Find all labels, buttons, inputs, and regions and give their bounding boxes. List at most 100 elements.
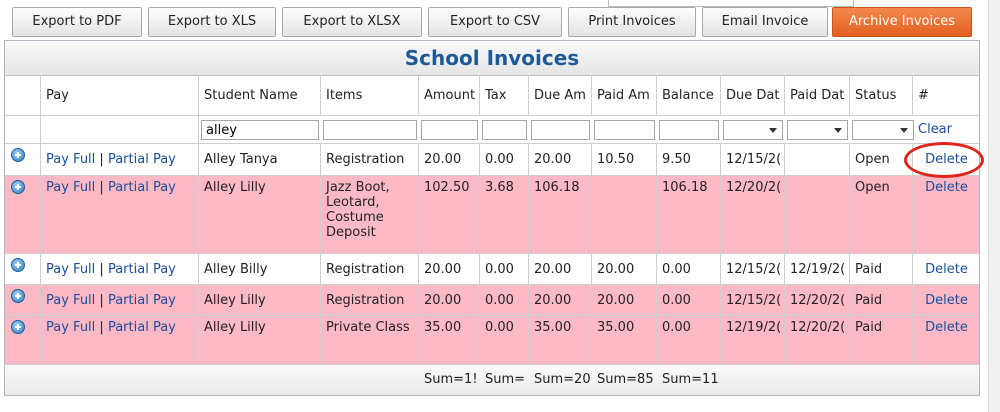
balance-cell: 0.00: [657, 316, 721, 364]
footer-due-sum: Sum=20: [534, 372, 591, 387]
separator: |: [99, 262, 104, 277]
paid-date-cell: [785, 144, 850, 175]
expand-plus-icon[interactable]: [11, 180, 25, 194]
due-amount-cell: 106.18: [529, 176, 592, 253]
tax-cell: 0.00: [480, 316, 529, 364]
expand-plus-icon[interactable]: [11, 289, 25, 303]
delete-link[interactable]: Delete: [913, 254, 979, 284]
header-items[interactable]: Items: [321, 76, 419, 115]
pay-cell: Pay Full | Partial Pay: [41, 176, 199, 253]
due-amount-cell: 35.00: [529, 316, 592, 364]
paid-amount-cell: 20.00: [592, 285, 657, 315]
tax-cell: 0.00: [480, 144, 529, 175]
delete-link[interactable]: Delete: [913, 176, 979, 253]
tax-cell: 0.00: [480, 285, 529, 315]
expand-plus-icon[interactable]: [11, 320, 25, 334]
paid-date-filter-select[interactable]: [787, 120, 848, 140]
partial-pay-link[interactable]: Partial Pay: [108, 180, 176, 195]
student-cell: Alley Tanya: [199, 144, 321, 175]
items-cell: Registration: [321, 144, 419, 175]
paid-date-cell: [785, 176, 850, 253]
items-cell: Private Class: [321, 316, 419, 364]
paid-date-cell: 12/20/2(: [785, 285, 850, 315]
pay-cell: Pay Full | Partial Pay: [41, 285, 199, 315]
status-filter-select[interactable]: [852, 120, 914, 140]
delete-link[interactable]: Delete: [913, 285, 979, 315]
header-tax[interactable]: Tax: [480, 76, 529, 115]
partial-pay-link[interactable]: Partial Pay: [108, 293, 176, 308]
expand-plus-icon[interactable]: [11, 258, 25, 272]
items-cell: Registration: [321, 254, 419, 284]
pay-cell: Pay Full | Partial Pay: [41, 254, 199, 284]
email-invoice-button[interactable]: Email Invoice: [702, 7, 828, 37]
student-filter-input[interactable]: [201, 120, 319, 140]
separator: |: [99, 293, 104, 308]
tax-cell: 3.68: [480, 176, 529, 253]
header-balance[interactable]: Balance: [657, 76, 721, 115]
due-date-cell: 12/20/2(: [721, 176, 785, 253]
status-cell: Open: [850, 176, 913, 253]
pay-full-link[interactable]: Pay Full: [46, 320, 95, 335]
archive-invoices-button[interactable]: Archive Invoices: [832, 7, 972, 37]
amount-filter-input[interactable]: [421, 120, 478, 140]
header-due-date[interactable]: Due Dat: [721, 76, 785, 115]
header-row: Pay Student Name Items Amount Tax Due Am…: [5, 76, 979, 116]
highlight-circle-annotation: [904, 142, 984, 178]
student-cell: Alley Billy: [199, 254, 321, 284]
header-status[interactable]: Status: [850, 76, 913, 115]
balance-cell: 0.00: [657, 285, 721, 315]
export-xls-button[interactable]: Export to XLS: [148, 7, 276, 37]
partial-pay-link[interactable]: Partial Pay: [108, 320, 176, 335]
pay-cell: Pay Full | Partial Pay: [41, 316, 199, 364]
export-xlsx-button[interactable]: Export to XLSX: [282, 7, 422, 37]
footer-row: Sum=1! Sum= Sum=20 Sum=85 Sum=11: [5, 365, 979, 395]
paid-amount-cell: 10.50: [592, 144, 657, 175]
separator: |: [99, 320, 104, 335]
partial-pay-link[interactable]: Partial Pay: [108, 262, 176, 277]
items-cell: Jazz Boot, Leotard, Costume Deposit: [321, 176, 419, 253]
vertical-scrollbar[interactable]: [988, 0, 1000, 412]
due-date-filter-select[interactable]: [723, 120, 783, 140]
footer-balance-sum: Sum=11: [662, 372, 719, 387]
footer-tax-sum: Sum=: [485, 372, 526, 387]
header-amount[interactable]: Amount: [419, 76, 480, 115]
due-date-cell: 12/15/2(: [721, 285, 785, 315]
due-date-cell: 12/15/2(: [721, 254, 785, 284]
header-due-amount[interactable]: Due Am: [529, 76, 592, 115]
print-invoices-button[interactable]: Print Invoices: [568, 7, 696, 37]
status-cell: Paid: [850, 254, 913, 284]
tax-filter-input[interactable]: [482, 120, 527, 140]
header-pay[interactable]: Pay: [41, 76, 199, 115]
due-amount-filter-input[interactable]: [531, 120, 590, 140]
balance-filter-input[interactable]: [659, 120, 719, 140]
filter-empty: [41, 116, 199, 143]
header-paid-date[interactable]: Paid Dat: [785, 76, 850, 115]
due-date-cell: 12/15/2(: [721, 144, 785, 175]
items-filter-input[interactable]: [323, 120, 417, 140]
table-row: Pay Full | Partial Pay Alley Tanya Regis…: [5, 144, 979, 176]
header-paid-amount[interactable]: Paid Am: [592, 76, 657, 115]
invoices-grid: School Invoices Pay Student Name Items A…: [4, 40, 980, 396]
paid-amount-filter-input[interactable]: [594, 120, 655, 140]
table-row: Pay Full | Partial Pay Alley Lilly Jazz …: [5, 176, 979, 254]
clear-filter-link[interactable]: Clear: [913, 116, 979, 143]
pay-full-link[interactable]: Pay Full: [46, 262, 95, 277]
pay-full-link[interactable]: Pay Full: [46, 180, 95, 195]
due-amount-cell: 20.00: [529, 144, 592, 175]
pay-cell: Pay Full | Partial Pay: [41, 144, 199, 175]
amount-cell: 20.00: [419, 285, 480, 315]
delete-link[interactable]: Delete: [913, 316, 979, 364]
pay-full-link[interactable]: Pay Full: [46, 152, 95, 167]
balance-cell: 106.18: [657, 176, 721, 253]
expand-plus-icon[interactable]: [11, 148, 25, 162]
separator: |: [99, 180, 104, 195]
top-edge-box: [608, 0, 854, 7]
export-csv-button[interactable]: Export to CSV: [428, 7, 562, 37]
toolbar: Export to PDF Export to XLS Export to XL…: [0, 7, 1000, 39]
tax-cell: 0.00: [480, 254, 529, 284]
partial-pay-link[interactable]: Partial Pay: [108, 152, 176, 167]
paid-amount-cell: [592, 176, 657, 253]
export-pdf-button[interactable]: Export to PDF: [12, 7, 142, 37]
pay-full-link[interactable]: Pay Full: [46, 293, 95, 308]
header-student-name[interactable]: Student Name: [199, 76, 321, 115]
